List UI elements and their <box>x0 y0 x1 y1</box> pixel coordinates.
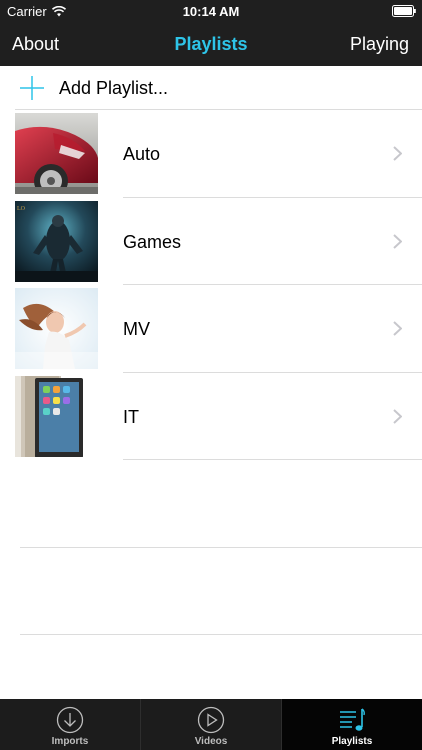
divider <box>123 459 422 460</box>
playlist-row-mv[interactable]: MV <box>0 285 422 373</box>
playlist-thumbnail-mv <box>15 288 98 369</box>
play-circle-icon <box>197 706 225 734</box>
plus-icon <box>20 76 44 100</box>
playlist-music-icon <box>340 708 365 731</box>
chevron-right-icon <box>393 233 402 249</box>
chevron-right-icon <box>393 321 402 336</box>
tab-videos[interactable]: Videos <box>141 699 282 750</box>
tab-label: Imports <box>51 736 89 747</box>
mv-thumbnail-image <box>15 288 98 369</box>
status-time: 10:14 AM <box>182 4 240 19</box>
playlist-label: Auto <box>123 144 161 164</box>
divider <box>20 547 422 548</box>
battery-icon <box>392 5 416 17</box>
playlist-thumbnail-auto <box>15 113 98 194</box>
status-bar: Carrier 10:14 AM <box>0 0 422 22</box>
tab-label: Playlists <box>331 736 373 747</box>
chevron-right-icon <box>393 408 402 424</box>
playlist-thumbnail-it <box>15 375 98 457</box>
add-playlist-label: Add Playlist... <box>59 78 169 98</box>
playlist-thumbnail-games: LO <box>15 200 98 282</box>
playlist-label: IT <box>123 406 139 427</box>
divider <box>20 634 422 635</box>
playlist-label: MV <box>123 319 150 339</box>
chevron-right-icon <box>393 146 402 161</box>
svg-text:LO: LO <box>17 206 26 212</box>
tab-label: Videos <box>194 736 228 747</box>
tab-bar: Imports Videos Playlists <box>0 699 422 750</box>
playlist-row-games[interactable]: LO Games <box>0 198 422 285</box>
playlist-label: Games <box>123 231 182 252</box>
tab-playlists[interactable]: Playlists <box>282 699 422 750</box>
page-title: Playlists <box>174 34 248 54</box>
playlist-list: Auto LO Games MV IT <box>0 110 422 460</box>
car-thumbnail-image <box>15 113 98 194</box>
add-playlist-row[interactable]: Add Playlist... <box>0 66 422 110</box>
about-button[interactable]: About <box>12 34 59 55</box>
playlist-row-auto[interactable]: Auto <box>0 110 422 198</box>
download-circle-icon <box>56 706 84 734</box>
game-thumbnail-image: LO <box>15 200 98 282</box>
playlist-row-it[interactable]: IT <box>0 373 422 460</box>
navigation-bar: About Playlists Playing <box>0 22 422 66</box>
tab-imports[interactable]: Imports <box>0 699 141 750</box>
it-thumbnail-image <box>15 375 98 457</box>
playing-button[interactable]: Playing <box>350 34 409 55</box>
